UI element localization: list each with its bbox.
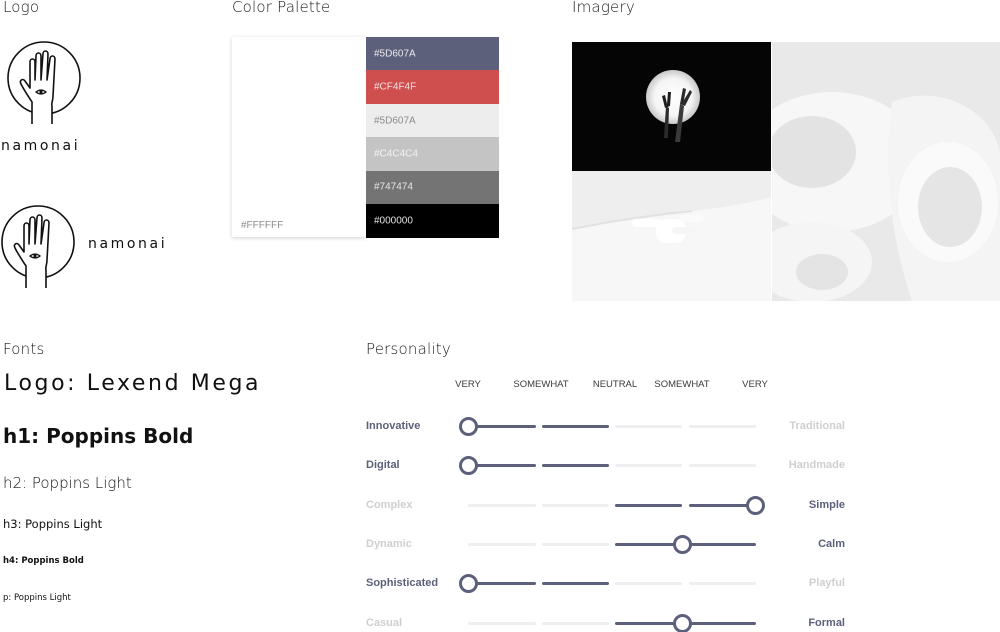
personality-scale-label: SOMEWHAT — [513, 379, 569, 390]
personality-track-segment — [689, 425, 756, 428]
personality-track-segment — [615, 621, 682, 625]
image-white-ribbons — [772, 42, 1000, 301]
personality-track-segment — [542, 425, 609, 428]
font-sample-h3: h3: Poppins Light — [3, 517, 103, 531]
font-sample-h4: h4: Poppins Bold — [3, 556, 84, 566]
personality-slider-knob[interactable] — [458, 456, 478, 476]
personality-track-segment — [615, 542, 682, 546]
personality-track-segment — [689, 582, 756, 586]
personality-trait-left: Innovative — [366, 420, 421, 432]
personality-track-segment — [468, 503, 536, 507]
personality-slider-knob[interactable] — [458, 417, 478, 436]
ribbon-sculpture-illustration-icon — [772, 42, 1000, 301]
palette-swatch-hex: #5D607A — [374, 115, 416, 127]
personality-slider-knob[interactable] — [745, 495, 765, 515]
personality-track-segment — [615, 503, 682, 507]
logo-wordmark-horizontal: namonai — [88, 236, 168, 252]
personality-track-segment — [468, 621, 536, 625]
personality-trait-right: Calm — [818, 537, 845, 550]
palette-swatch: #C4C4C4 — [366, 137, 499, 171]
palette-swatch-hex: #CF4F4F — [374, 81, 417, 93]
personality-track-segment — [468, 582, 536, 586]
palette-swatch-hex: #747474 — [374, 181, 413, 193]
personality-track-segment — [468, 425, 536, 428]
personality-scale-label: VERY — [742, 379, 768, 390]
personality-track-segment — [542, 503, 609, 507]
personality-track-segment — [689, 621, 756, 625]
palette-swatch: #5D607A — [366, 103, 499, 138]
personality-trait-left: Complex — [366, 498, 413, 511]
personality-track-segment — [468, 542, 536, 546]
personality-slider-knob[interactable] — [672, 613, 692, 632]
personality-trait-left: Sophisticated — [366, 577, 439, 590]
palette-base-hex: #FFFFFF — [241, 220, 284, 231]
personality-track-segment — [689, 542, 756, 546]
personality-track-segment — [615, 582, 682, 586]
logo-section-title: Logo — [3, 0, 40, 16]
personality-track-segment — [468, 464, 536, 468]
personality-trait-right: Formal — [808, 616, 845, 629]
personality-track-segment — [542, 621, 609, 625]
palette-section-title: Color Palette — [232, 0, 331, 16]
personality-track-segment — [689, 464, 756, 468]
palette-swatch-hex: #C4C4C4 — [374, 148, 418, 160]
palette-swatch-hex: #000000 — [374, 215, 413, 227]
palette-swatch: #747474 — [366, 170, 499, 205]
orb-illustration-icon — [646, 70, 700, 142]
personality-trait-left: Digital — [366, 459, 400, 472]
fonts-section-title: Fonts — [3, 340, 45, 358]
personality-slider-knob[interactable] — [672, 534, 692, 554]
image-white-hand — [572, 171, 771, 301]
imagery-section-title: Imagery — [572, 0, 635, 16]
font-sample-logo: Logo: Lexend Mega — [4, 371, 262, 396]
personality-trait-left: Casual — [366, 616, 403, 629]
white-hand-illustration-icon — [572, 171, 771, 301]
palette-swatch: #CF4F4F — [366, 70, 499, 104]
personality-trait-right: Traditional — [789, 420, 845, 432]
palette-swatch-hex: #5D607A — [374, 48, 416, 60]
personality-track-segment — [615, 464, 682, 468]
personality-slider-knob[interactable] — [458, 574, 478, 594]
personality-trait-right: Simple — [808, 498, 845, 511]
font-sample-h1: h1: Poppins Bold — [3, 424, 194, 448]
personality-track-segment — [542, 542, 609, 546]
palette-base-swatch: #FFFFFF — [232, 37, 366, 237]
personality-section-title: Personality — [366, 340, 451, 358]
hand-eye-logo-horizontal-icon — [1, 205, 75, 288]
personality-trait-left: Dynamic — [366, 537, 412, 550]
hand-eye-logo-icon — [7, 41, 81, 124]
font-sample-h2: h2: Poppins Light — [3, 474, 132, 492]
personality-track-segment — [542, 464, 609, 468]
personality-trait-right: Handmade — [788, 459, 845, 472]
palette-swatch: #000000 — [366, 204, 499, 238]
personality-track-segment — [542, 582, 609, 586]
personality-trait-right: Playful — [808, 577, 845, 590]
personality-scale-label: NEUTRAL — [592, 379, 638, 390]
logo-wordmark: namonai — [1, 138, 81, 154]
font-sample-p: p: Poppins Light — [3, 593, 71, 603]
personality-scale-label: SOMEWHAT — [654, 379, 710, 390]
image-glowing-orb-hands — [572, 42, 771, 171]
personality-track-segment — [615, 425, 682, 428]
palette-swatch: #5D607A — [366, 37, 499, 71]
personality-scale-label: VERY — [455, 379, 481, 390]
